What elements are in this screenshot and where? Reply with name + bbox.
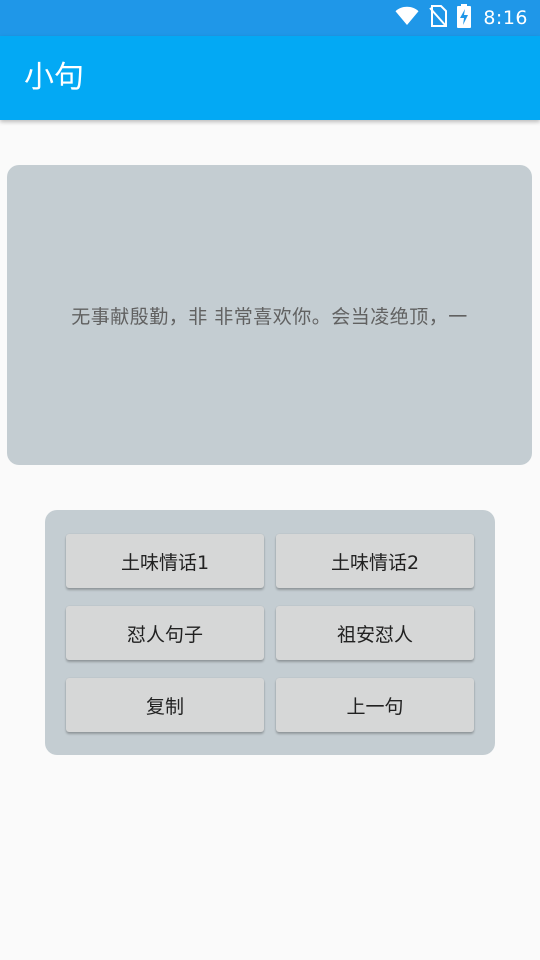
status-bar: 8:16 [0, 0, 540, 36]
wifi-icon [395, 6, 419, 30]
love-words-2-button[interactable]: 土味情话2 [276, 534, 474, 588]
status-time: 8:16 [483, 7, 528, 29]
button-panel: 土味情话1 土味情话2 怼人句子 祖安怼人 复制 上一句 [45, 510, 495, 755]
love-words-1-button[interactable]: 土味情话1 [66, 534, 264, 588]
app-title: 小句 [24, 60, 84, 95]
roast-sentence-button[interactable]: 怼人句子 [66, 606, 264, 660]
status-icons: 8:16 [395, 0, 528, 36]
quote-text: 无事献殷勤，非 非常喜欢你。会当凌绝顶，一 [71, 305, 468, 328]
zuan-roast-button[interactable]: 祖安怼人 [276, 606, 474, 660]
battery-charging-icon [457, 4, 472, 32]
previous-sentence-button[interactable]: 上一句 [276, 678, 474, 732]
app-bar: 小句 [0, 36, 540, 120]
copy-button[interactable]: 复制 [66, 678, 264, 732]
quote-card: 无事献殷勤，非 非常喜欢你。会当凌绝顶，一 [7, 165, 532, 465]
no-sim-icon [429, 5, 448, 31]
